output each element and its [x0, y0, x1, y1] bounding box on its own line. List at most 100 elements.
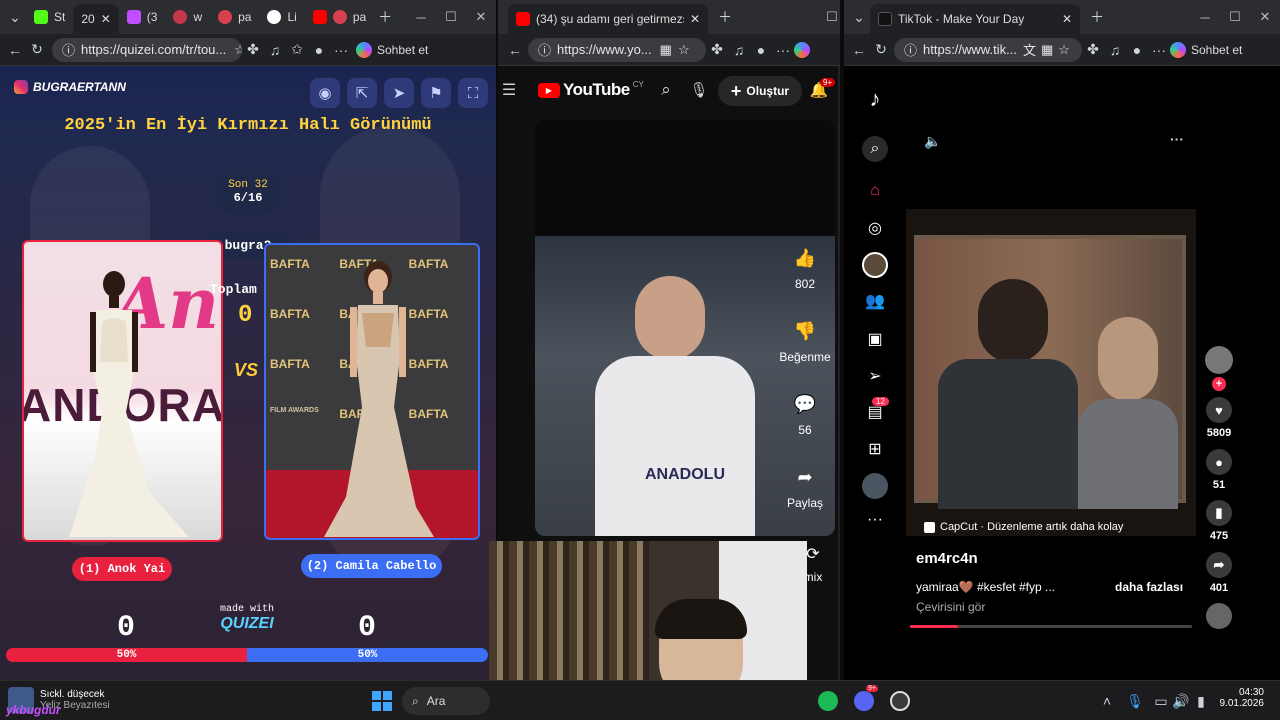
taskbar-search[interactable]: ⌕ Ara [402, 687, 490, 715]
maximize-icon[interactable]: ☐ [436, 9, 466, 25]
music-icon[interactable]: ♫ [1104, 39, 1126, 61]
messages-send-icon[interactable]: ➢ [862, 363, 888, 389]
reading-view-icon[interactable]: ▦ [660, 42, 672, 58]
option-label-left[interactable]: (1) Anok Yai [72, 557, 172, 581]
music-icon[interactable]: ♫ [264, 39, 286, 61]
fullscreen-icon[interactable]: ⛶ [458, 78, 488, 108]
tab-7[interactable]: pa [305, 4, 374, 30]
share-icon[interactable]: ⇱ [347, 78, 377, 108]
explore-compass-icon[interactable]: ◎ [862, 215, 888, 241]
video-options-icon[interactable]: ··· [1166, 128, 1188, 150]
upload-plus-icon[interactable]: ⊞ [862, 436, 888, 462]
copilot-icon[interactable] [356, 41, 372, 58]
tab-actions-icon[interactable]: ⌄ [848, 6, 870, 28]
flag-icon[interactable]: ⚑ [421, 78, 451, 108]
caption-more-link[interactable]: daha fazlası [1115, 580, 1183, 594]
close-tab-icon[interactable]: ✕ [690, 12, 700, 26]
tiktok-logo-icon[interactable]: ♪ [862, 86, 888, 112]
start-button[interactable] [372, 691, 392, 711]
profile-icon[interactable]: ● [308, 39, 330, 61]
microphone-icon[interactable]: 🎙 [1124, 690, 1146, 712]
menu-icon[interactable]: ··· [330, 39, 352, 61]
microphone-icon[interactable]: 🎙 [688, 79, 710, 101]
create-button[interactable]: + Oluştur [718, 76, 802, 106]
close-window-icon[interactable]: ✕ [466, 9, 496, 25]
view-icon[interactable]: ◉ [310, 78, 340, 108]
back-icon[interactable]: ← [4, 39, 26, 61]
friends-icon[interactable]: 👥 [862, 288, 888, 314]
creator-avatar[interactable]: + [1204, 346, 1234, 391]
option-card-right[interactable]: BAFTABAFTABAFTA BAFTABAFTABAFTA BAFTABAF… [264, 243, 480, 540]
profile-avatar-icon[interactable] [862, 473, 888, 499]
option-label-right[interactable]: (2) Camila Cabello [301, 554, 442, 578]
menu-icon[interactable]: ··· [1148, 39, 1170, 61]
new-tab-icon[interactable]: ＋ [1086, 6, 1108, 28]
new-tab-icon[interactable]: ＋ [714, 6, 736, 28]
new-tab-icon[interactable]: ＋ [374, 6, 396, 28]
url-field[interactable]: ⓘ https://www.yo... ▦ ☆ [528, 37, 706, 62]
comments-button[interactable]: ● 51 [1204, 449, 1234, 491]
clock[interactable]: 04:30 9.01.2026 [1216, 687, 1265, 709]
send-icon[interactable]: ➤ [384, 78, 414, 108]
share-button[interactable]: ➦ Paylaş [775, 467, 835, 510]
dislike-button[interactable]: 👎 Beğenme [775, 321, 835, 364]
volume-icon[interactable]: 🔊 [1170, 690, 1192, 712]
tab-1[interactable]: St [26, 4, 73, 30]
home-icon[interactable]: ⌂ [862, 178, 888, 204]
url-field[interactable]: ⓘ https://www.tik... 文 ▦ ☆ [894, 37, 1082, 62]
tab-youtube[interactable]: (34) şu adamı geri getirmezseniz t✕ [508, 4, 708, 34]
search-icon[interactable]: ⌕ [862, 136, 888, 162]
maximize-icon[interactable]: ☐ [1220, 9, 1250, 25]
menu-icon[interactable]: ··· [772, 39, 794, 61]
refresh-icon[interactable]: ↻ [26, 39, 48, 61]
tab-actions-icon[interactable]: ⌄ [4, 6, 26, 28]
following-avatar-icon[interactable] [862, 252, 888, 278]
hamburger-menu-icon[interactable]: ☰ [498, 79, 520, 101]
discord-icon[interactable] [854, 691, 874, 711]
minimize-icon[interactable]: ─ [406, 10, 436, 25]
share-button[interactable]: ➦ 401 [1204, 552, 1234, 594]
option-card-left[interactable]: ANDORA An [22, 240, 223, 542]
url-field[interactable]: ⓘ https://quizei.com/tr/tou... ☆ [52, 37, 242, 62]
sound-disc[interactable] [1204, 603, 1234, 633]
extensions-icon[interactable]: ✤ [242, 39, 264, 61]
video-progress-track[interactable] [910, 625, 1192, 628]
back-icon[interactable]: ← [848, 39, 870, 61]
chat-button[interactable]: Sohbet et [377, 43, 428, 57]
tab-4[interactable]: w [165, 4, 210, 30]
app-icon[interactable] [890, 691, 910, 711]
tab-tiktok[interactable]: TikTok - Make Your Day ✕ [870, 4, 1080, 34]
copilot-icon[interactable] [1170, 41, 1186, 58]
video-author[interactable]: em4rc4n [916, 550, 978, 567]
maximize-icon[interactable]: ☐ [824, 9, 840, 25]
follow-plus-icon[interactable]: + [1212, 377, 1226, 391]
tray-overflow-icon[interactable]: ˄ [1096, 690, 1118, 712]
music-icon[interactable]: ♫ [728, 39, 750, 61]
search-icon[interactable]: ⌕ [655, 79, 677, 101]
like-button[interactable]: ♥ 5809 [1204, 397, 1234, 439]
tab-3[interactable]: (3 [119, 4, 166, 30]
comments-button[interactable]: 💬 56 [775, 394, 835, 437]
favorite-star-icon[interactable]: ☆ [1058, 42, 1070, 58]
battery-icon[interactable]: ▮ [1190, 690, 1212, 712]
close-tab-icon[interactable]: ✕ [1062, 12, 1072, 26]
profile-icon[interactable]: ● [750, 39, 772, 61]
translate-link[interactable]: Çevirisini gör [916, 600, 985, 614]
display-icon[interactable]: ▭ [1150, 690, 1172, 712]
chat-button[interactable]: Sohbet et [1191, 43, 1242, 57]
minimize-icon[interactable]: ─ [1190, 10, 1220, 25]
favorites-icon[interactable]: ✩ [286, 39, 308, 61]
refresh-icon[interactable]: ↻ [870, 39, 892, 61]
close-tab-icon[interactable]: ✕ [101, 12, 111, 26]
capcut-banner[interactable]: CapCut · Düzenleme artık daha kolay [924, 521, 1123, 533]
tab-2-active[interactable]: 20 ✕ [73, 4, 119, 34]
youtube-logo[interactable]: ▶ YouTube CY [538, 80, 644, 100]
save-button[interactable]: ▮ 475 [1204, 500, 1234, 542]
tiktok-video[interactable]: CapCut · Düzenleme artık daha kolay [906, 209, 1196, 536]
profile-icon[interactable]: ● [1126, 39, 1148, 61]
like-button[interactable]: 👍 802 [775, 248, 835, 291]
extensions-icon[interactable]: ✤ [706, 39, 728, 61]
reading-view-icon[interactable]: ▦ [1041, 42, 1053, 58]
close-window-icon[interactable]: ✕ [1250, 9, 1280, 25]
copilot-icon[interactable] [794, 41, 810, 58]
